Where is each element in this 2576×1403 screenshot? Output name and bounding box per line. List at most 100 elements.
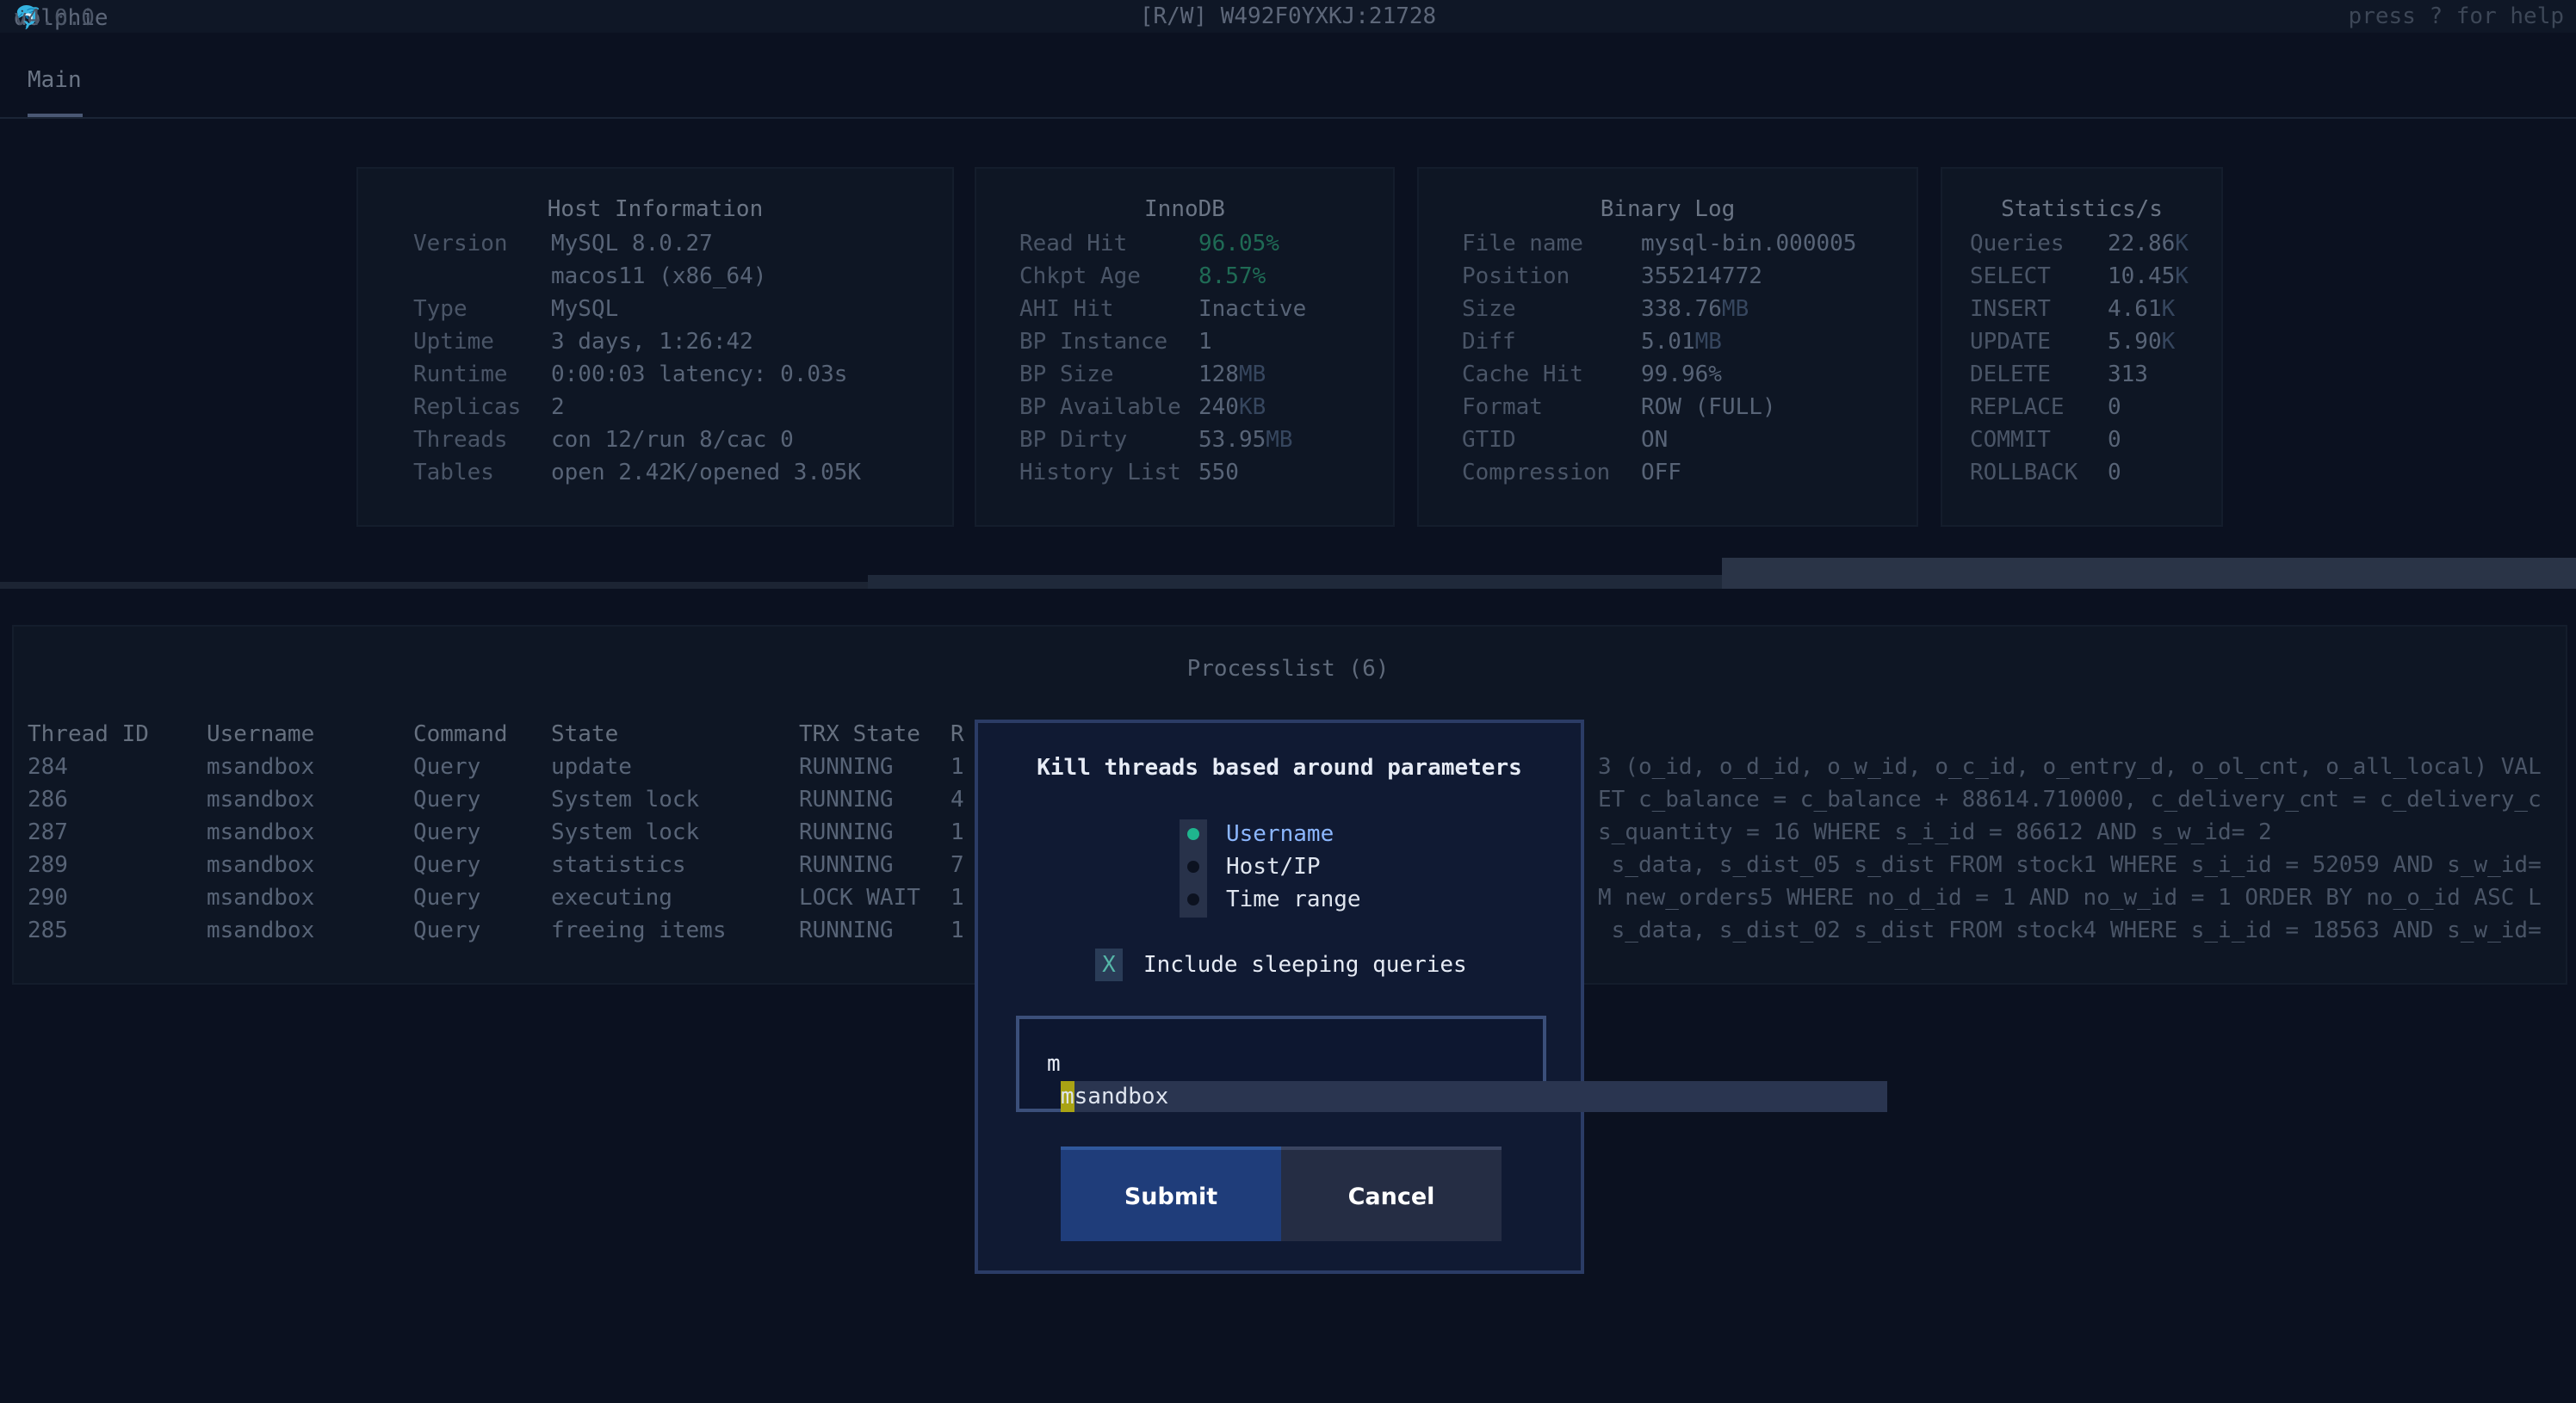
stat-value: 10.45K bbox=[2108, 263, 2189, 289]
stat-label: BP Instance bbox=[1019, 329, 1168, 355]
column-header[interactable]: Username bbox=[207, 720, 314, 749]
panel-title: InnoDB bbox=[1144, 196, 1225, 222]
stat-value: 5.90K bbox=[2108, 329, 2176, 355]
host-information-panel: Host Information Version MySQL 8.0.27 maco… bbox=[356, 167, 954, 527]
stat-value: 96.05% bbox=[1198, 231, 1279, 256]
query-cell: ET c_balance = c_balance + 88614.710000,… bbox=[1598, 787, 2542, 813]
stat-label: Uptime bbox=[413, 329, 494, 355]
query-cell: s_quantity = 16 WHERE s_i_id = 86612 AND… bbox=[1598, 819, 2272, 845]
stat-label: BP Size bbox=[1019, 362, 1114, 387]
column-header[interactable]: R bbox=[951, 720, 964, 749]
username-input-value[interactable]: m bbox=[1047, 1048, 1061, 1079]
table-cell: msandbox bbox=[207, 787, 315, 813]
stat-value: con 12/run 8/cac 0 bbox=[551, 427, 794, 453]
stat-value: open 2.42K/opened 3.05K bbox=[551, 460, 862, 485]
stat-label: GTID bbox=[1462, 427, 1516, 453]
table-cell: 286 bbox=[28, 787, 68, 813]
table-cell: Query bbox=[413, 787, 481, 813]
stat-label: Format bbox=[1462, 394, 1543, 420]
stat-label: Version bbox=[413, 231, 508, 256]
stat-label: Queries bbox=[1970, 231, 2065, 256]
table-cell: update bbox=[551, 754, 632, 780]
query-cell: s_data, s_dist_02 s_dist FROM stock4 WHE… bbox=[1598, 918, 2542, 943]
table-cell: 284 bbox=[28, 754, 68, 780]
table-cell: RUNNING bbox=[799, 787, 894, 813]
table-cell: 289 bbox=[28, 852, 68, 878]
stat-value: 2 bbox=[551, 394, 565, 420]
submit-button[interactable]: Submit bbox=[1061, 1147, 1281, 1241]
radio-time-range[interactable] bbox=[1187, 893, 1199, 905]
table-cell: System lock bbox=[551, 787, 700, 813]
table-cell: 1 bbox=[951, 819, 964, 845]
table-cell: RUNNING bbox=[799, 852, 894, 878]
table-cell: LOCK WAIT bbox=[799, 885, 920, 911]
processlist-title: Processlist (6) bbox=[1186, 656, 1390, 682]
stat-value: 0 bbox=[2108, 394, 2121, 420]
stat-label: File name bbox=[1462, 231, 1583, 256]
table-cell: Query bbox=[413, 754, 481, 780]
stat-value: 3 days, 1:26:42 bbox=[551, 329, 753, 355]
stat-label: AHI Hit bbox=[1019, 296, 1114, 322]
table-cell: msandbox bbox=[207, 852, 315, 878]
radio-label-username[interactable]: Username bbox=[1226, 818, 1334, 850]
column-header[interactable]: TRX State bbox=[799, 720, 920, 749]
binary-log-panel: Binary Log File name mysql-bin.000005 Posi… bbox=[1417, 167, 1918, 527]
stat-label: BP Available bbox=[1019, 394, 1181, 420]
stat-value: OFF bbox=[1641, 460, 1681, 485]
stat-value: 22.86K bbox=[2108, 231, 2189, 256]
table-cell: 1 bbox=[951, 754, 964, 780]
table-cell: Query bbox=[413, 852, 481, 878]
stat-value: 128MB bbox=[1198, 362, 1266, 387]
stat-label: UPDATE bbox=[1970, 329, 2051, 355]
column-header[interactable]: Command bbox=[413, 720, 508, 749]
table-cell: freeing items bbox=[551, 918, 727, 943]
stat-label: REPLACE bbox=[1970, 394, 2065, 420]
stat-label: INSERT bbox=[1970, 296, 2051, 322]
table-cell: System lock bbox=[551, 819, 700, 845]
query-cell: M new_orders5 WHERE no_d_id = 1 AND no_w… bbox=[1598, 885, 2542, 911]
suggestion-text[interactable]: msandbox bbox=[1061, 1081, 1168, 1112]
stat-value: Inactive bbox=[1198, 296, 1307, 322]
table-cell: RUNNING bbox=[799, 918, 894, 943]
innodb-panel: InnoDB Read Hit 96.05% Chkpt Age 8.57% AHI H… bbox=[975, 167, 1395, 527]
stat-value: 4.61K bbox=[2108, 296, 2176, 322]
table-cell: Query bbox=[413, 885, 481, 911]
stat-label: Read Hit bbox=[1019, 231, 1128, 256]
table-cell: statistics bbox=[551, 852, 686, 878]
table-cell: 285 bbox=[28, 918, 68, 943]
radio-username[interactable] bbox=[1187, 828, 1199, 840]
table-cell: RUNNING bbox=[799, 819, 894, 845]
stat-value: macos11 (x86_64) bbox=[551, 263, 767, 289]
statistics-panel: Statistics/s Queries 22.86K SELECT 10.45K IN… bbox=[1941, 167, 2223, 527]
stat-value: 53.95MB bbox=[1198, 427, 1293, 453]
radio-label-host-ip[interactable]: Host/IP bbox=[1226, 850, 1321, 883]
radio-label-time-range[interactable]: Time range bbox=[1226, 883, 1361, 916]
table-cell: msandbox bbox=[207, 918, 315, 943]
column-header[interactable]: State bbox=[551, 720, 618, 749]
include-sleeping-checkbox[interactable]: X bbox=[1095, 949, 1123, 981]
autocomplete-suggestion[interactable] bbox=[1061, 1081, 1887, 1112]
stat-label: Chkpt Age bbox=[1019, 263, 1141, 289]
stat-label: SELECT bbox=[1970, 263, 2051, 289]
stat-value: 355214772 bbox=[1641, 263, 1762, 289]
radio-host-ip[interactable] bbox=[1187, 861, 1199, 873]
stat-label: Cache Hit bbox=[1462, 362, 1583, 387]
table-cell: 287 bbox=[28, 819, 68, 845]
query-cell: s_data, s_dist_05 s_dist FROM stock1 WHE… bbox=[1598, 852, 2542, 878]
tab-bar bbox=[0, 33, 2576, 119]
stat-value: 8.57% bbox=[1198, 263, 1266, 289]
table-cell: 290 bbox=[28, 885, 68, 911]
table-cell: Query bbox=[413, 918, 481, 943]
panel-title: Host Information bbox=[547, 196, 764, 222]
stat-value: 5.01MB bbox=[1641, 329, 1722, 355]
stat-label: Size bbox=[1462, 296, 1516, 322]
cancel-button[interactable]: Cancel bbox=[1281, 1147, 1502, 1241]
tab-main[interactable]: Main bbox=[28, 65, 82, 95]
scrollbar-thumb[interactable] bbox=[1722, 558, 2576, 589]
dialog-title: Kill threads based around parameters bbox=[1037, 755, 1522, 781]
stat-label: Type bbox=[413, 296, 468, 322]
include-sleeping-label[interactable]: Include sleeping queries bbox=[1143, 949, 1467, 981]
connection-info: [R/W] W492F0YXKJ:21728 bbox=[1139, 3, 1437, 29]
table-cell: 4 bbox=[951, 787, 964, 813]
column-header[interactable]: Thread ID bbox=[28, 720, 149, 749]
